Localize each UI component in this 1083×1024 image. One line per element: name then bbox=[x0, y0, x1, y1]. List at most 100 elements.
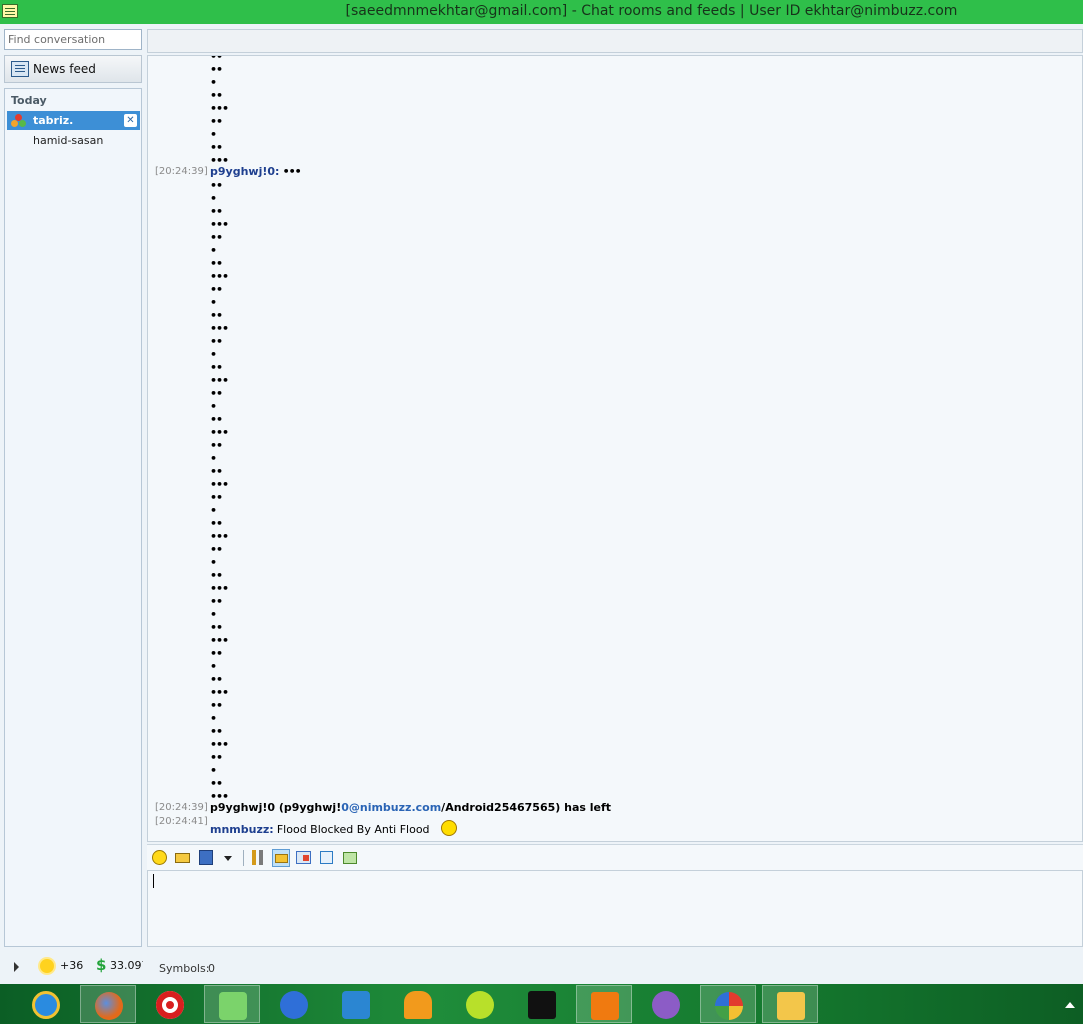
flood-line: •• bbox=[210, 543, 223, 556]
chat-room-icon bbox=[11, 113, 27, 128]
message-input[interactable] bbox=[147, 870, 1083, 947]
flood-line: •• bbox=[210, 569, 223, 582]
flood-line: • bbox=[210, 192, 217, 205]
flood-line: • bbox=[210, 764, 217, 777]
flood-line: •• bbox=[210, 725, 223, 738]
chat-log[interactable]: [20:24:39] p9yghwj!0: ••• [20:24:39] p9y… bbox=[147, 55, 1083, 842]
compact-icon[interactable] bbox=[318, 849, 336, 867]
flood-line: •• bbox=[210, 205, 223, 218]
flood-line: •• bbox=[210, 361, 223, 374]
message-timestamp: [20:24:41] bbox=[155, 816, 208, 827]
save-icon[interactable] bbox=[197, 849, 215, 867]
left-email[interactable]: 0@nimbuzz.com bbox=[341, 801, 441, 814]
conversation-item-tabriz[interactable]: tabriz. ✕ bbox=[7, 111, 140, 130]
yahoo-messenger-icon[interactable] bbox=[638, 985, 694, 1023]
dollar-icon: $ bbox=[96, 956, 107, 974]
news-feed-label: News feed bbox=[33, 62, 96, 76]
left-rest: /Android25467565) has left bbox=[441, 801, 612, 814]
window-title: [saeedmnmekhtar@gmail.com] - Chat rooms … bbox=[345, 3, 958, 19]
expand-arrow-icon[interactable] bbox=[14, 962, 19, 972]
symbols-label: Symbols: bbox=[159, 962, 210, 975]
smiley-icon bbox=[440, 820, 457, 836]
flood-line: • bbox=[210, 556, 217, 569]
flood-line: •• bbox=[210, 595, 223, 608]
flood-line: • bbox=[210, 504, 217, 517]
flood-line: • bbox=[210, 400, 217, 413]
firefox-icon[interactable] bbox=[80, 985, 136, 1023]
flood-line: •• bbox=[210, 257, 223, 270]
show-hidden-icons-icon[interactable] bbox=[1065, 1002, 1075, 1008]
psi-icon[interactable] bbox=[328, 985, 384, 1023]
flood-line: •• bbox=[210, 89, 223, 102]
news-feed-button[interactable]: News feed bbox=[4, 55, 142, 83]
flood-line: ••• bbox=[210, 102, 229, 115]
smiley-icon[interactable] bbox=[151, 849, 169, 867]
status-bar: +36 $ 33.097 Symbols: 0 bbox=[0, 952, 1083, 982]
message-timestamp: [20:24:39] bbox=[155, 166, 208, 177]
message-timestamp: [20:24:39] bbox=[155, 802, 208, 813]
tools-icon[interactable] bbox=[249, 849, 267, 867]
lotus-icon[interactable] bbox=[390, 985, 446, 1023]
flood-line: •• bbox=[210, 231, 223, 244]
flood-line: • bbox=[210, 660, 217, 673]
internet-explorer-icon[interactable] bbox=[18, 985, 74, 1023]
flood-line: •• bbox=[210, 673, 223, 686]
flood-line: ••• bbox=[210, 270, 229, 283]
flood-line: •• bbox=[210, 777, 223, 790]
find-conversation-input[interactable]: Find conversation bbox=[4, 29, 142, 50]
new-window-icon[interactable] bbox=[341, 849, 359, 867]
flood-line: •• bbox=[210, 335, 223, 348]
user-icon[interactable] bbox=[452, 985, 508, 1023]
close-icon[interactable]: ✕ bbox=[124, 114, 137, 127]
flood-line: • bbox=[210, 348, 217, 361]
conversation-list: Today tabriz. ✕ hamid-sasan bbox=[4, 88, 142, 947]
flood-line: • bbox=[210, 244, 217, 257]
flood-line: •• bbox=[210, 621, 223, 634]
flood-line: •• bbox=[210, 699, 223, 712]
flood-line: •• bbox=[210, 115, 223, 128]
text-caret bbox=[153, 874, 154, 888]
flood-line: •• bbox=[210, 55, 223, 63]
flood-line: •• bbox=[210, 179, 223, 192]
participant-hamid-sasan[interactable]: hamid-sasan bbox=[33, 134, 103, 147]
flood-line: •• bbox=[210, 141, 223, 154]
file-explorer-icon[interactable] bbox=[762, 985, 818, 1023]
media-icon[interactable] bbox=[514, 985, 570, 1023]
news-feed-icon bbox=[11, 61, 29, 77]
n-icon[interactable] bbox=[576, 985, 632, 1023]
flood-line: •• bbox=[210, 465, 223, 478]
nudge-icon[interactable] bbox=[174, 849, 192, 867]
flood-line: •• bbox=[210, 491, 223, 504]
picasa-icon[interactable] bbox=[700, 985, 756, 1023]
flood-line: •• bbox=[210, 63, 223, 76]
folder-icon[interactable] bbox=[272, 848, 290, 867]
flood-line: •• bbox=[210, 439, 223, 452]
flood-line: • bbox=[210, 76, 217, 89]
flood-line: •• bbox=[210, 647, 223, 660]
flood-line: ••• bbox=[210, 322, 229, 335]
sun-icon bbox=[40, 959, 54, 973]
flood-line: •• bbox=[210, 309, 223, 322]
flood-line: • bbox=[210, 452, 217, 465]
image-send-icon[interactable] bbox=[295, 849, 313, 867]
dropdown-icon[interactable] bbox=[220, 849, 238, 867]
flood-line: • bbox=[210, 128, 217, 141]
flood-line: •• bbox=[210, 283, 223, 296]
flood-line: •• bbox=[210, 413, 223, 426]
message-text: Flood Blocked By Anti Flood bbox=[276, 823, 430, 836]
messenger-plus-icon[interactable] bbox=[266, 985, 322, 1023]
symbols-count: 0 bbox=[208, 962, 215, 975]
flood-line: ••• bbox=[210, 154, 229, 167]
opera-icon[interactable] bbox=[142, 985, 198, 1023]
conversation-header bbox=[147, 29, 1083, 53]
flood-line: ••• bbox=[210, 374, 229, 387]
flood-line: •• bbox=[210, 517, 223, 530]
flood-line: • bbox=[210, 608, 217, 621]
message-toolbar bbox=[147, 844, 1083, 870]
flood-line: ••• bbox=[210, 478, 229, 491]
message-nick[interactable]: mnmbuzz: bbox=[210, 823, 274, 836]
flood-line: ••• bbox=[210, 582, 229, 595]
flood-line: ••• bbox=[210, 790, 229, 803]
nimbuzz-icon[interactable] bbox=[204, 985, 260, 1023]
flood-line: ••• bbox=[210, 738, 229, 751]
